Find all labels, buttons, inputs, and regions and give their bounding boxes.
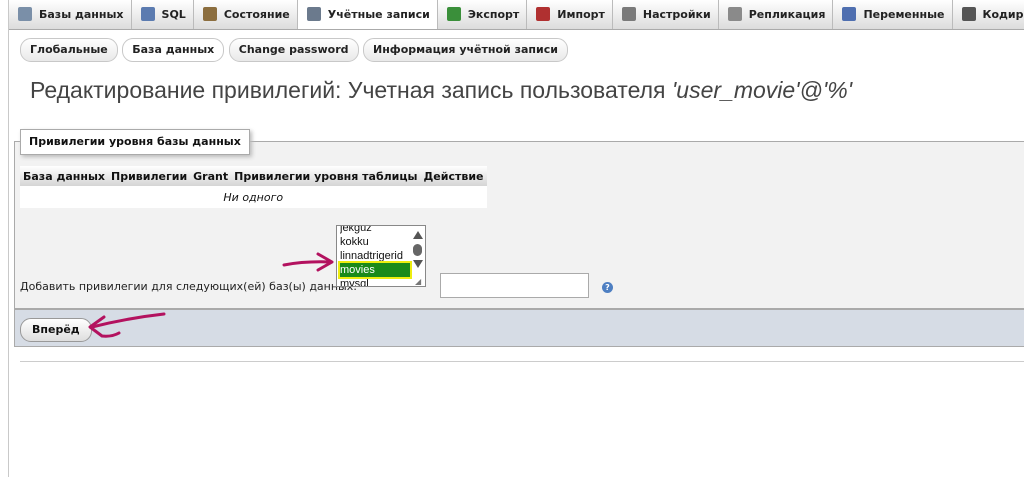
page-title-account: 'user_movie'@'%' (671, 77, 853, 103)
import-icon (536, 7, 551, 21)
database-select-list[interactable]: jekguz kokku linnadtrigerid movies mysql… (336, 225, 426, 287)
page-title-prefix: Редактирование привилегий: Учетная запис… (30, 77, 666, 103)
table-header-row: База данных Привилегии Grant Привилегии … (20, 166, 487, 186)
list-scrollbar[interactable]: ◢ (410, 226, 425, 286)
tab-label: Базы данных (39, 8, 124, 21)
tab-label: Учётные записи (327, 8, 430, 21)
tab-user-accounts[interactable]: Учётные записи (297, 0, 438, 29)
database-option[interactable]: jekguz (340, 226, 410, 235)
go-button[interactable]: Вперёд (20, 318, 92, 342)
variables-icon (842, 7, 857, 21)
tab-label: Состояние (223, 8, 290, 21)
scroll-up-arrow-icon[interactable] (413, 231, 423, 239)
tab-label: SQL (161, 8, 186, 21)
tab-label: Репликация (748, 8, 826, 21)
subtab-change-password[interactable]: Change password (228, 38, 359, 62)
column-header-action[interactable]: Действие (420, 166, 487, 186)
tab-databases[interactable]: Базы данных (9, 0, 132, 29)
sub-tabs: Глобальные База данных Change password И… (20, 38, 569, 62)
tab-label: Экспорт (467, 8, 520, 21)
tab-replication[interactable]: Репликация (719, 0, 834, 29)
tab-charsets[interactable]: Кодировки (953, 0, 1024, 29)
wrench-icon (621, 7, 636, 21)
tab-settings[interactable]: Настройки (613, 0, 719, 29)
database-option[interactable]: linnadtrigerid (340, 249, 410, 263)
database-name-input[interactable] (440, 273, 589, 298)
subtab-login-information[interactable]: Информация учётной записи (363, 38, 568, 62)
divider (20, 361, 1024, 362)
subtab-global[interactable]: Глобальные (20, 38, 118, 62)
replication-icon (727, 7, 742, 21)
sql-icon (140, 7, 155, 21)
tab-label: Настройки (642, 8, 711, 21)
scroll-thumb[interactable] (413, 244, 422, 256)
resize-grip-icon[interactable]: ◢ (415, 277, 421, 286)
fieldset-legend: Привилегии уровня базы данных (20, 129, 250, 155)
tab-sql[interactable]: SQL (132, 0, 194, 29)
export-icon (446, 7, 461, 21)
left-panel-edge (8, 0, 9, 477)
users-icon (306, 7, 321, 21)
subtab-database[interactable]: База данных (122, 38, 225, 62)
form-footer-bar (14, 309, 1024, 347)
tab-label: Переменные (863, 8, 945, 21)
add-privileges-label: Добавить привилегии для следующих(ей) ба… (20, 280, 357, 293)
scroll-down-arrow-icon[interactable] (413, 260, 423, 268)
tab-export[interactable]: Экспорт (438, 0, 528, 29)
database-option[interactable]: kokku (340, 235, 410, 249)
database-option-selected[interactable]: movies (340, 263, 410, 277)
charset-icon (961, 7, 976, 21)
column-header-privileges[interactable]: Привилегии (108, 166, 191, 186)
tab-label: Импорт (557, 8, 605, 21)
tab-label: Кодировки (982, 8, 1024, 21)
column-header-grant[interactable]: Grant (190, 166, 232, 186)
top-navigation: Базы данных SQL Состояние Учётные записи Экс… (9, 0, 1024, 30)
tab-status[interactable]: Состояние (194, 0, 298, 29)
database-option[interactable]: mysql (340, 277, 410, 286)
tab-import[interactable]: Импорт (527, 0, 613, 29)
column-header-database[interactable]: База данных (20, 166, 109, 186)
status-icon (202, 7, 217, 21)
column-header-table-privileges[interactable]: Привилегии уровня таблицы (231, 166, 421, 186)
database-icon (18, 7, 32, 21)
empty-row-text: Ни одного (20, 186, 487, 208)
privileges-table: База данных Привилегии Grant Привилегии … (20, 166, 487, 208)
page-title: Редактирование привилегий: Учетная запис… (30, 77, 852, 104)
table-row: Ни одного (20, 186, 487, 208)
help-icon[interactable]: ? (602, 282, 613, 293)
tab-variables[interactable]: Переменные (833, 0, 953, 29)
